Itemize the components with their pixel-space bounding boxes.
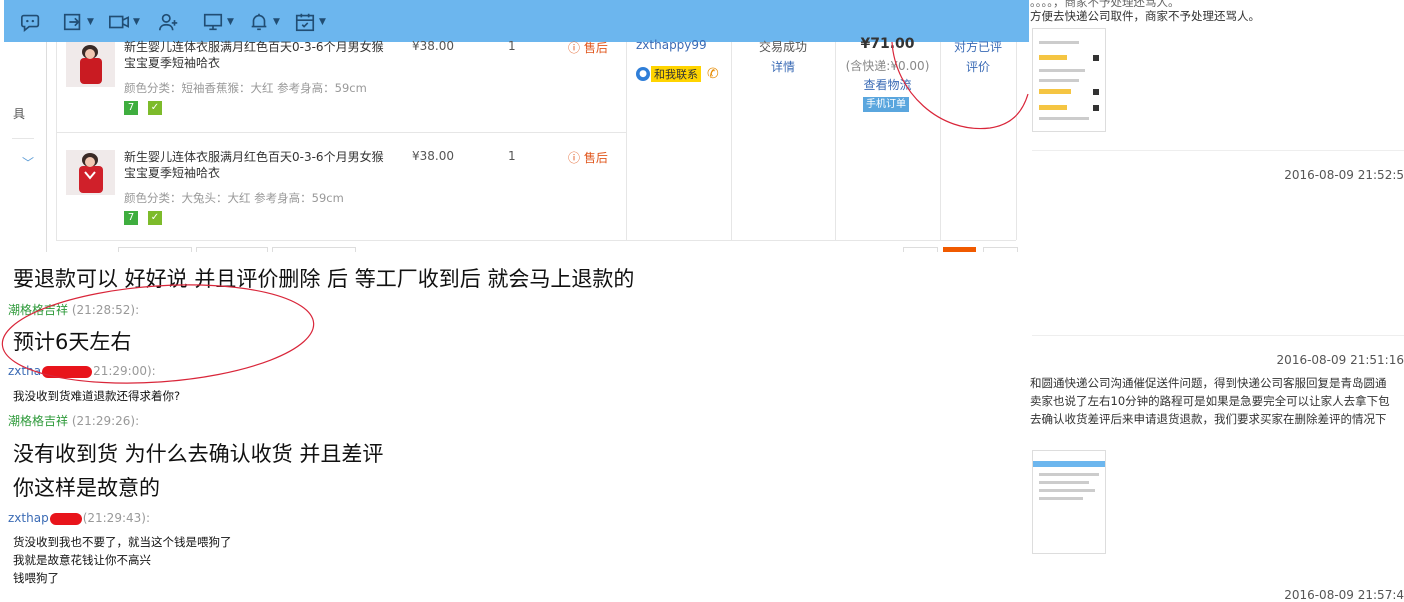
chat-bubble-icon: ● bbox=[636, 67, 650, 81]
review-detail-panel: 。。。。，商家不予处理还骂人。 方便去快递公司取件，商家不予处理还骂人。 201… bbox=[1030, 0, 1404, 602]
after-sale-link[interactable]: ⓘ 售后 bbox=[568, 149, 608, 166]
item-quantity: 1 bbox=[508, 149, 516, 163]
product-thumbnail[interactable] bbox=[66, 150, 115, 195]
order-item-row: 新生婴儿连体衣服满月红色百天0-3-6个月男女猴宝宝夏季短袖哈衣 颜色分类：短袖… bbox=[56, 39, 626, 151]
alert-circle-icon: ⓘ bbox=[568, 41, 581, 55]
seven-day-return-icon: 7 bbox=[124, 211, 138, 225]
chevron-down-icon: ▼ bbox=[227, 17, 234, 27]
contact-me-button[interactable]: ● 和我联系 ✆ bbox=[636, 66, 719, 82]
review-text: 卖家也说了左右10分钟的路程可是如果是急要完全可以让家人去拿下包 bbox=[1030, 394, 1390, 408]
chevron-down-icon: ▼ bbox=[133, 17, 140, 27]
chat-message-text: 我没收到货难道退款还得求着你? bbox=[13, 389, 181, 403]
sender-name: zxthap bbox=[8, 511, 49, 525]
annotation-circle bbox=[1, 284, 315, 384]
item-quantity: 1 bbox=[508, 39, 516, 53]
item-price: ¥38.00 bbox=[412, 39, 454, 53]
annotation-circle bbox=[891, 42, 1029, 130]
divider bbox=[56, 132, 626, 133]
product-attributes: 颜色分类：大兔头：大红 参考身高：59cm bbox=[124, 191, 344, 205]
chat-sender: zxthap (21:29:43): bbox=[8, 511, 150, 525]
chat-message-text: 我就是故意花钱让你不高兴 bbox=[13, 553, 151, 567]
sender-name: 潮格格吉祥 bbox=[8, 414, 69, 428]
chat-log: 要退款可以 好好说 并且评价删除 后 等工厂收到后 就会马上退款的 潮格格吉祥 … bbox=[0, 252, 1032, 594]
reminder-button[interactable]: ▼ bbox=[248, 8, 280, 36]
product-thumbnail[interactable] bbox=[66, 42, 115, 87]
emoticon-chat-button[interactable] bbox=[20, 8, 42, 36]
chat-sender: 潮格格吉祥 (21:29:26): bbox=[8, 412, 139, 429]
protection-icon: ✓ bbox=[148, 101, 162, 115]
chat-message-text: 钱喂狗了 bbox=[13, 571, 59, 585]
alert-circle-icon: ⓘ bbox=[568, 151, 581, 165]
review-text: 去确认收货差评后来申请退货退款，我们要求买家在删除差评的情况下 bbox=[1030, 412, 1387, 426]
after-sale-label: 售后 bbox=[583, 151, 608, 165]
divider bbox=[626, 42, 627, 240]
review-timestamp: 2016-08-09 21:57:4 bbox=[1284, 588, 1404, 602]
divider bbox=[56, 42, 57, 240]
phone-icon: ✆ bbox=[707, 66, 719, 82]
send-file-icon bbox=[63, 13, 81, 31]
review-text: 和圆通快递公司沟通催促送件问题，得到快递公司客服回复是青岛圆通 bbox=[1030, 376, 1387, 390]
order-item-row: 新生婴儿连体衣服满月红色百天0-3-6个月男女猴宝宝夏季短袖哈衣 颜色分类：大兔… bbox=[56, 149, 626, 259]
chevron-down-icon: ▼ bbox=[319, 17, 326, 27]
divider bbox=[12, 138, 34, 139]
review-timestamp: 2016-08-09 21:51:16 bbox=[1276, 353, 1404, 367]
screen-share-icon bbox=[203, 13, 223, 31]
divider bbox=[1032, 150, 1404, 151]
video-call-icon bbox=[109, 15, 129, 29]
contact-me-label: 和我联系 bbox=[651, 66, 701, 82]
review-text: 方便去快递公司取件，商家不予处理还骂人。 bbox=[1030, 9, 1260, 23]
chevron-down-icon: ▼ bbox=[273, 17, 280, 27]
schedule-button[interactable]: ▼ bbox=[294, 8, 326, 36]
divider bbox=[46, 42, 47, 252]
divider bbox=[1032, 335, 1404, 336]
video-call-button[interactable]: ▼ bbox=[108, 8, 140, 36]
chevron-down-icon[interactable]: ﹀ bbox=[22, 154, 34, 171]
add-contact-button[interactable] bbox=[158, 8, 180, 36]
chevron-down-icon: ▼ bbox=[87, 17, 94, 27]
redaction-mark bbox=[49, 512, 82, 525]
screenshot-thumbnail[interactable] bbox=[1032, 28, 1106, 132]
schedule-calendar-icon bbox=[295, 13, 315, 32]
chat-message-text: 你这样是故意的 bbox=[13, 476, 160, 500]
product-title[interactable]: 新生婴儿连体衣服满月红色百天0-3-6个月男女猴宝宝夏季短袖哈衣 bbox=[124, 149, 394, 181]
order-status: 交易成功 bbox=[758, 40, 807, 54]
protection-icon: ✓ bbox=[148, 211, 162, 225]
product-title[interactable]: 新生婴儿连体衣服满月红色百天0-3-6个月男女猴宝宝夏季短袖哈衣 bbox=[124, 39, 394, 71]
after-sale-label: 售后 bbox=[583, 41, 608, 55]
review-timestamp: 2016-08-09 21:52:5 bbox=[1284, 168, 1404, 182]
chat-message-text: 没有收到货 为什么去确认收货 并且差评 bbox=[13, 442, 384, 466]
send-file-button[interactable]: ▼ bbox=[62, 8, 94, 36]
order-panel: 具 ﹀ 新生婴儿连体衣服满月红色百天0-3-6个月男女猴宝宝夏季短袖哈衣 颜色分… bbox=[0, 36, 1030, 254]
screen-share-button[interactable]: ▼ bbox=[202, 8, 234, 36]
buyer-name[interactable]: zxthappy99 bbox=[636, 38, 707, 52]
chat-message-text: 货没收到我也不要了，就当这个钱是喂狗了 bbox=[13, 535, 232, 549]
seven-day-return-icon: 7 bbox=[124, 101, 138, 115]
side-label: 具 bbox=[13, 107, 26, 121]
add-contact-icon bbox=[159, 13, 178, 31]
after-sale-link[interactable]: ⓘ 售后 bbox=[568, 39, 608, 56]
emoticon-chat-icon bbox=[21, 14, 40, 32]
item-price: ¥38.00 bbox=[412, 149, 454, 163]
details-link[interactable]: 详情 bbox=[731, 58, 835, 75]
product-attributes: 颜色分类：短袖香蕉猴：大红 参考身高：59cm bbox=[124, 81, 367, 95]
screenshot-thumbnail[interactable] bbox=[1032, 450, 1106, 554]
message-time: (21:29:43): bbox=[82, 511, 150, 525]
message-time: (21:29:26): bbox=[71, 414, 140, 428]
divider bbox=[56, 240, 1016, 241]
reminder-bell-icon bbox=[251, 13, 267, 31]
